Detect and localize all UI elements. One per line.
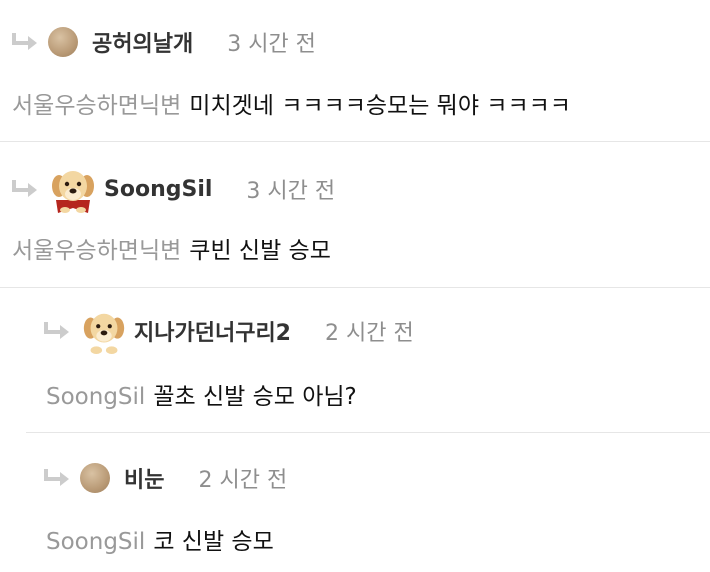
comment-header: 공허의날개 3 시간 전 bbox=[10, 26, 316, 58]
comment-body: 서울우승하면닉변 미치겟네 ㅋㅋㅋㅋ승모는 뭐야 ㅋㅋㅋㅋ bbox=[12, 86, 571, 120]
divider bbox=[26, 432, 710, 433]
timestamp: 3 시간 전 bbox=[227, 32, 316, 57]
comment-body: SoongSil 코 신발 승모 bbox=[46, 522, 274, 556]
timestamp: 3 시간 전 bbox=[246, 179, 336, 204]
timestamp: 2 시간 전 bbox=[198, 468, 288, 493]
comment-text: 코 신발 승모 bbox=[153, 529, 274, 555]
reply-arrow-icon bbox=[12, 33, 37, 50]
comment-text: 미치겟네 ㅋㅋㅋㅋ승모는 뭐야 ㅋㅋㅋㅋ bbox=[189, 93, 571, 119]
author-nickname[interactable]: SoongSil bbox=[104, 177, 212, 202]
comment-text: 쿠빈 신발 승모 bbox=[189, 238, 331, 264]
author-nickname[interactable]: 공허의날개 bbox=[92, 26, 193, 58]
puppy-avatar-icon[interactable] bbox=[80, 307, 128, 355]
comment-header: 비눈 2 시간 전 bbox=[42, 462, 287, 494]
author-nickname[interactable]: 비눈 bbox=[124, 462, 164, 494]
comment-text: 꼴초 신발 승모 아님? bbox=[153, 384, 357, 410]
comment-header: SoongSil 3 시간 전 bbox=[10, 164, 335, 214]
mention-tag[interactable]: SoongSil bbox=[46, 529, 145, 555]
timestamp: 2 시간 전 bbox=[325, 321, 414, 346]
avatar[interactable] bbox=[80, 463, 110, 493]
puppy-avatar-icon[interactable] bbox=[48, 164, 98, 214]
reply-arrow-icon bbox=[44, 322, 69, 339]
divider bbox=[0, 287, 710, 288]
divider bbox=[0, 141, 710, 142]
mention-tag[interactable]: 서울우승하면닉변 bbox=[12, 93, 181, 119]
comment-header: 지나가던너구리2 2 시간 전 bbox=[42, 307, 414, 355]
mention-tag[interactable]: 서울우승하면닉변 bbox=[12, 238, 181, 264]
reply-arrow-icon bbox=[12, 180, 37, 197]
author-nickname[interactable]: 지나가던너구리2 bbox=[134, 315, 291, 347]
comment-body: 서울우승하면닉변 쿠빈 신발 승모 bbox=[12, 231, 331, 265]
avatar[interactable] bbox=[48, 27, 78, 57]
mention-tag[interactable]: SoongSil bbox=[46, 384, 145, 410]
reply-arrow-icon bbox=[44, 469, 69, 486]
comment-body: SoongSil 꼴초 신발 승모 아님? bbox=[46, 377, 357, 411]
